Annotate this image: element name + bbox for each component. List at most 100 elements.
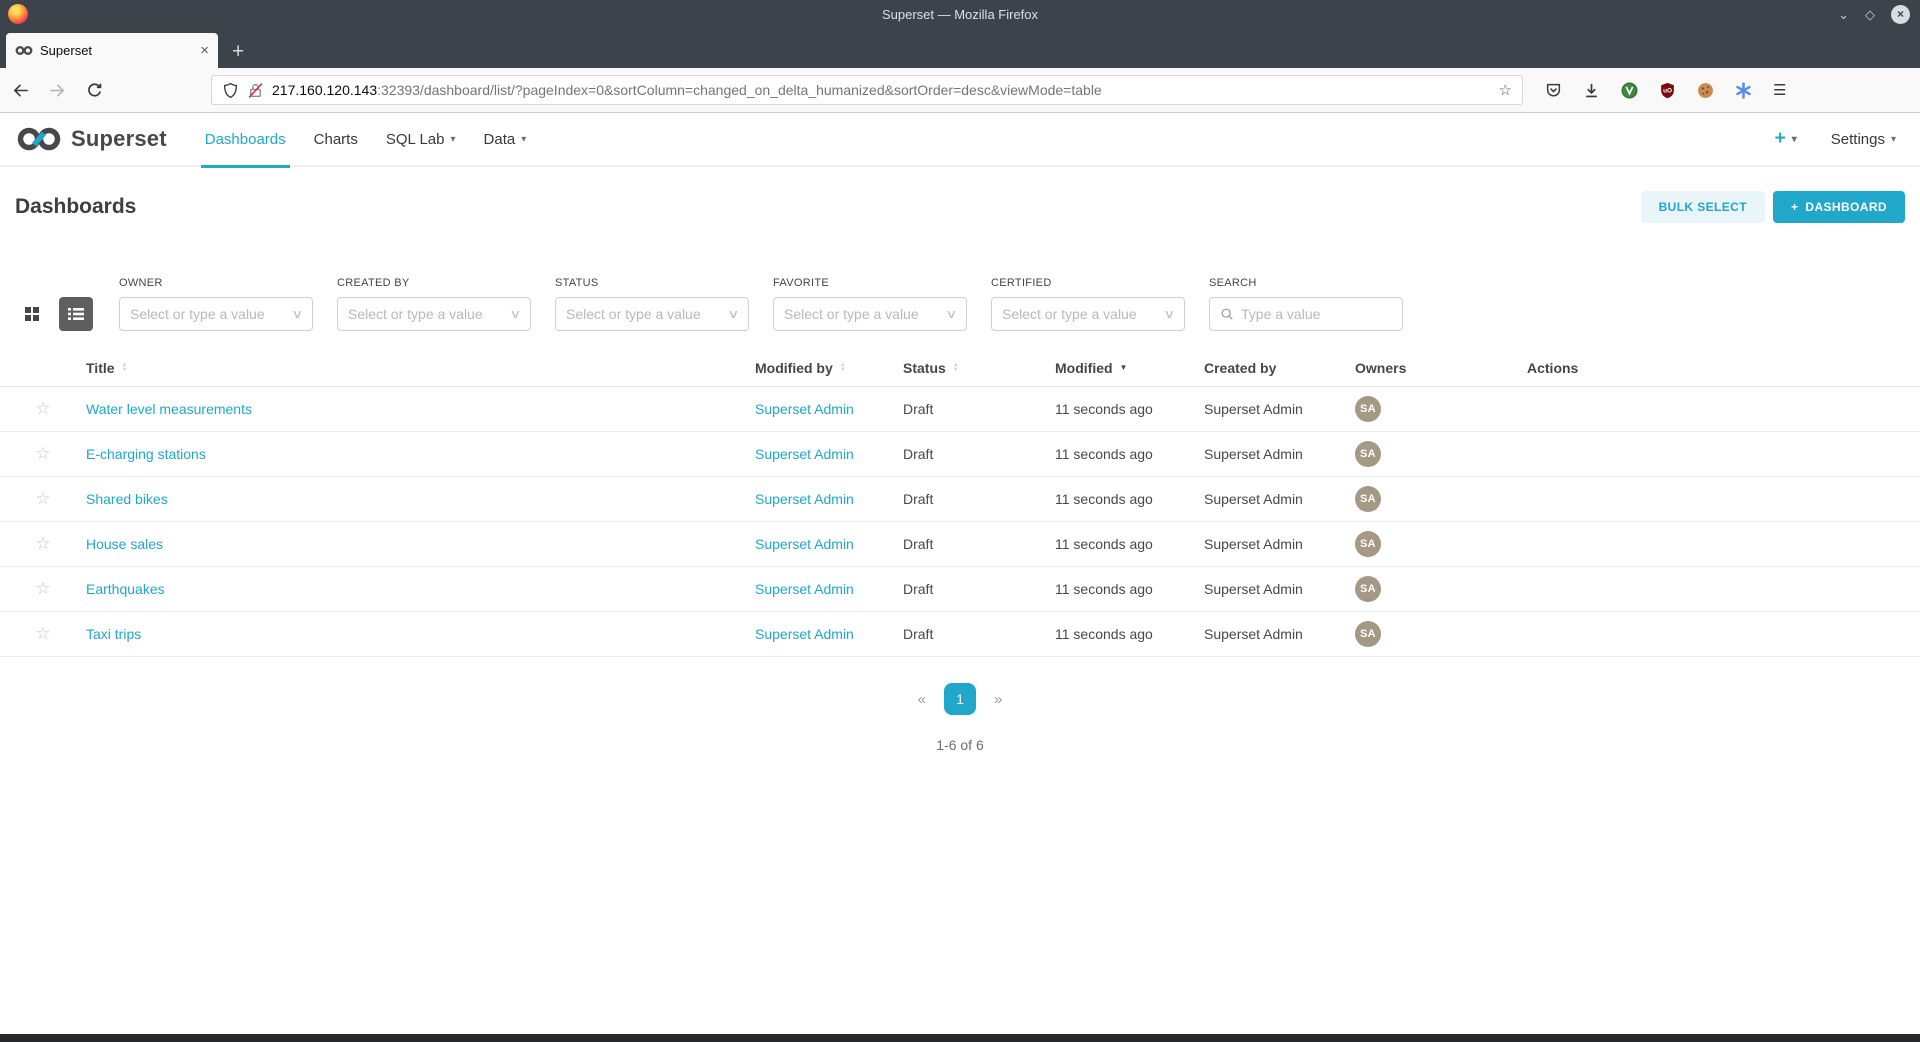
filter-label: CREATED BY xyxy=(337,277,531,289)
pagination-page-1-button[interactable]: 1 xyxy=(944,683,976,715)
download-icon[interactable] xyxy=(1583,82,1600,99)
created-by-text: Superset Admin xyxy=(1204,581,1355,597)
chevron-down-icon: ▾ xyxy=(1891,134,1896,145)
modified-text: 11 seconds ago xyxy=(1055,626,1204,642)
tracking-shield-icon[interactable] xyxy=(222,82,239,99)
certified-select[interactable]: Select or type a value ∨ xyxy=(991,297,1185,331)
insecure-lock-icon[interactable] xyxy=(247,82,264,99)
new-item-menu[interactable]: +▾ xyxy=(1775,128,1797,150)
dashboard-title-link[interactable]: Shared bikes xyxy=(86,491,168,507)
created-by-text: Superset Admin xyxy=(1204,446,1355,462)
favorite-star-icon[interactable]: ☆ xyxy=(35,534,50,554)
filter-label: CERTIFIED xyxy=(991,277,1185,289)
cookie-icon[interactable] xyxy=(1697,82,1714,99)
list-icon xyxy=(67,306,85,322)
plus-icon: + xyxy=(1775,128,1786,150)
tab-close-icon[interactable]: × xyxy=(200,43,209,58)
favorite-star-icon[interactable]: ☆ xyxy=(35,579,50,599)
created-by-text: Superset Admin xyxy=(1204,536,1355,552)
plus-icon: + xyxy=(1791,200,1798,214)
url-text[interactable]: 217.160.120.143:32393/dashboard/list/?pa… xyxy=(272,82,1491,98)
firefox-logo-icon xyxy=(8,4,28,24)
filter-favorite: FAVORITE Select or type a value ∨ xyxy=(773,277,967,331)
card-view-toggle[interactable] xyxy=(15,297,49,331)
column-header-modified[interactable]: Modified ▼ xyxy=(1055,360,1204,376)
pagination-next-button[interactable]: » xyxy=(986,687,1010,712)
favorite-star-icon[interactable]: ☆ xyxy=(35,489,50,509)
column-header-title[interactable]: Title ▲▼ xyxy=(71,360,755,376)
column-header-modified-by[interactable]: Modified by ▲▼ xyxy=(755,360,903,376)
list-view-toggle[interactable] xyxy=(59,297,93,331)
minimize-button[interactable]: ⌄ xyxy=(1838,8,1849,21)
brand-name: Superset xyxy=(71,126,167,152)
favorite-star-icon[interactable]: ☆ xyxy=(35,444,50,464)
modified-text: 11 seconds ago xyxy=(1055,446,1204,462)
browser-tabbar: Superset × + xyxy=(0,28,1920,68)
ublock-origin-icon[interactable]: uO xyxy=(1659,82,1676,99)
search-input[interactable] xyxy=(1241,306,1392,322)
dashboard-title-link[interactable]: Taxi trips xyxy=(86,626,141,642)
reload-icon[interactable] xyxy=(86,82,103,99)
chevron-down-icon: ▾ xyxy=(521,134,526,145)
browser-tab-superset[interactable]: Superset × xyxy=(6,33,218,68)
modified-by-link[interactable]: Superset Admin xyxy=(755,491,854,507)
modified-by-link[interactable]: Superset Admin xyxy=(755,401,854,417)
created-by-text: Superset Admin xyxy=(1204,626,1355,642)
back-icon[interactable] xyxy=(12,82,29,99)
maximize-button[interactable]: ◇ xyxy=(1865,8,1875,21)
dashboard-title-link[interactable]: Earthquakes xyxy=(86,581,165,597)
dashboard-title-link[interactable]: House sales xyxy=(86,536,163,552)
favorite-star-icon[interactable]: ☆ xyxy=(35,624,50,644)
modified-text: 11 seconds ago xyxy=(1055,536,1204,552)
created-by-select[interactable]: Select or type a value ∨ xyxy=(337,297,531,331)
status-text: Draft xyxy=(903,491,1055,507)
new-tab-button[interactable]: + xyxy=(232,41,244,62)
modified-by-link[interactable]: Superset Admin xyxy=(755,581,854,597)
table-row: ☆ Water level measurements Superset Admi… xyxy=(0,387,1920,432)
table-header-row: Title ▲▼ Modified by ▲▼ Status ▲▼ Modifi… xyxy=(0,349,1920,387)
dashboard-title-link[interactable]: Water level measurements xyxy=(86,401,252,417)
column-header-actions: Actions xyxy=(1527,360,1905,376)
bookmark-star-icon[interactable]: ☆ xyxy=(1499,81,1512,99)
dashboards-table: Title ▲▼ Modified by ▲▼ Status ▲▼ Modifi… xyxy=(0,349,1920,657)
search-box[interactable] xyxy=(1209,297,1403,331)
favorite-select[interactable]: Select or type a value ∨ xyxy=(773,297,967,331)
new-dashboard-button[interactable]: +DASHBOARD xyxy=(1773,191,1905,223)
column-header-status[interactable]: Status ▲▼ xyxy=(903,360,1055,376)
desktop-edge-strip xyxy=(0,1034,1920,1042)
modified-by-link[interactable]: Superset Admin xyxy=(755,626,854,642)
filter-label: STATUS xyxy=(555,277,749,289)
bulk-select-button[interactable]: BULK SELECT xyxy=(1641,191,1765,223)
pocket-icon[interactable] xyxy=(1545,82,1562,99)
tab-title: Superset xyxy=(40,43,193,58)
modified-by-link[interactable]: Superset Admin xyxy=(755,536,854,552)
url-bar[interactable]: 217.160.120.143:32393/dashboard/list/?pa… xyxy=(211,75,1523,105)
forward-icon[interactable] xyxy=(49,82,66,99)
owner-avatar: SA xyxy=(1355,396,1381,422)
dashboard-title-link[interactable]: E-charging stations xyxy=(86,446,206,462)
window-title: Superset — Mozilla Firefox xyxy=(0,7,1920,22)
nav-item-sql-lab[interactable]: SQL Lab▾ xyxy=(372,112,470,166)
filter-created-by: CREATED BY Select or type a value ∨ xyxy=(337,277,531,331)
sort-icon: ▲▼ xyxy=(122,363,128,373)
owner-select[interactable]: Select or type a value ∨ xyxy=(119,297,313,331)
page-header: Dashboards BULK SELECT +DASHBOARD xyxy=(0,167,1920,249)
pagination-prev-button[interactable]: « xyxy=(910,687,934,712)
nav-item-charts[interactable]: Charts xyxy=(300,112,372,166)
sort-desc-icon: ▼ xyxy=(1120,363,1128,372)
status-select[interactable]: Select or type a value ∨ xyxy=(555,297,749,331)
table-row: ☆ E-charging stations Superset Admin Dra… xyxy=(0,432,1920,477)
superset-brand[interactable]: Superset xyxy=(16,126,167,152)
modified-by-link[interactable]: Superset Admin xyxy=(755,446,854,462)
privacy-badger-icon[interactable] xyxy=(1621,82,1638,99)
menu-icon[interactable]: ☰ xyxy=(1773,81,1786,99)
settings-menu[interactable]: Settings▾ xyxy=(1831,131,1896,148)
close-button[interactable]: × xyxy=(1891,5,1910,24)
nav-item-data[interactable]: Data▾ xyxy=(470,112,541,166)
nav-item-dashboards[interactable]: Dashboards xyxy=(191,112,300,166)
favorite-star-icon[interactable]: ☆ xyxy=(35,399,50,419)
column-header-owners: Owners xyxy=(1355,360,1527,376)
sort-icon: ▲▼ xyxy=(840,363,846,373)
window-controls: ⌄ ◇ × xyxy=(1838,5,1920,24)
extension-asterisk-icon[interactable] xyxy=(1735,82,1752,99)
